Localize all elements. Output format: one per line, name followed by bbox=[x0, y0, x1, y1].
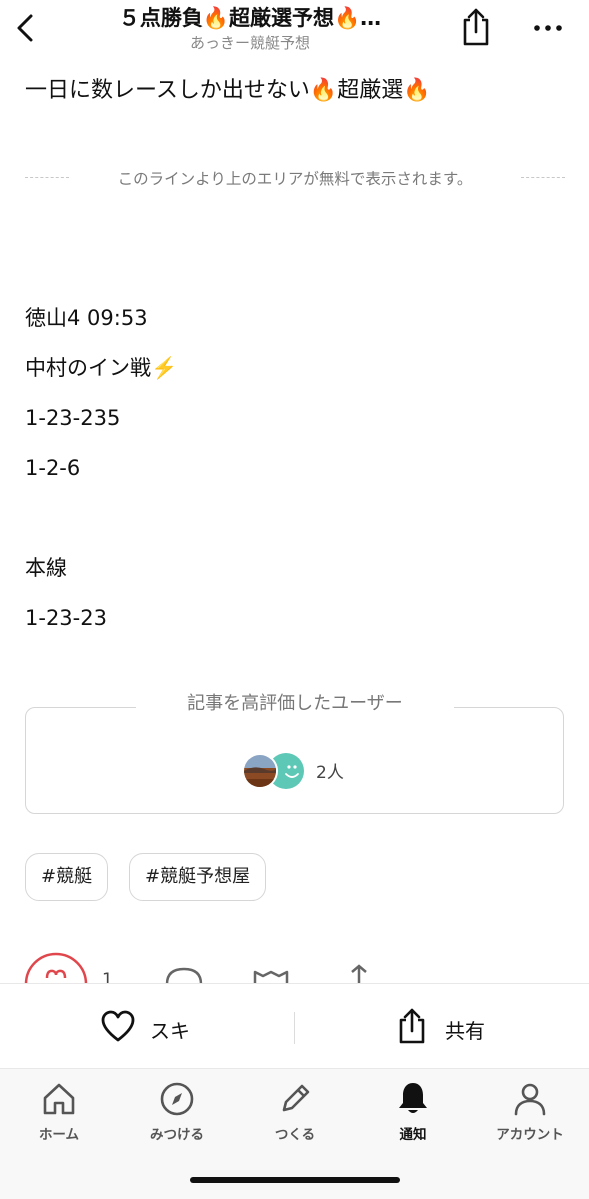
tab-home[interactable]: ホーム bbox=[0, 1079, 118, 1159]
tab-notifications-label: 通知 bbox=[399, 1127, 427, 1143]
action-divider bbox=[294, 1012, 295, 1044]
share-icon bbox=[399, 1008, 425, 1044]
landscape-photo-icon bbox=[244, 755, 276, 787]
tab-notifications[interactable]: 通知 bbox=[354, 1079, 472, 1159]
person-icon bbox=[514, 1083, 546, 1116]
pencil-icon bbox=[282, 1084, 310, 1112]
compass-icon bbox=[160, 1082, 194, 1116]
inline-like-count: 1 bbox=[102, 970, 113, 984]
tab-home-label: ホーム bbox=[38, 1127, 80, 1143]
main-bet-combination: 1-23-23 bbox=[25, 606, 107, 630]
share-icon bbox=[463, 8, 489, 46]
tag-kyotei[interactable]: #競艇 bbox=[25, 853, 109, 901]
free-area-notice: このラインより上のエリアが無料で表示されます。 bbox=[117, 170, 473, 188]
main-bet-heading: 本線 bbox=[25, 556, 67, 580]
header-title-group: ５点勝負🔥超厳選予想🔥… あっきー競艇予想 bbox=[80, 4, 420, 54]
dashed-line-right bbox=[521, 177, 565, 178]
like-button[interactable]: スキ bbox=[90, 1004, 230, 1050]
tag-kyotei-yosouya[interactable]: #競艇予想屋 bbox=[129, 853, 267, 901]
chevron-left-icon bbox=[17, 14, 33, 42]
bell-icon bbox=[399, 1083, 427, 1113]
share-button-top[interactable] bbox=[458, 6, 494, 48]
author-name[interactable]: あっきー競艇予想 bbox=[80, 32, 420, 54]
ellipsis-icon bbox=[534, 25, 562, 31]
tab-create-label: つくる bbox=[274, 1127, 316, 1143]
tab-account[interactable]: アカウント bbox=[471, 1079, 589, 1159]
back-button[interactable] bbox=[10, 8, 40, 48]
race-info: 徳山4 09:53 bbox=[25, 306, 148, 330]
user-avatar-1[interactable] bbox=[242, 753, 278, 789]
tab-account-label: アカウント bbox=[496, 1127, 564, 1143]
tab-create[interactable]: つくる bbox=[236, 1079, 354, 1159]
prediction-line-2: 1-2-6 bbox=[25, 456, 81, 480]
heart-icon bbox=[101, 1010, 135, 1042]
share-button[interactable]: 共有 bbox=[390, 1004, 530, 1050]
like-label: スキ bbox=[150, 1019, 190, 1043]
inline-action-row: 1 bbox=[0, 940, 589, 984]
inline-action-icons bbox=[24, 952, 367, 984]
liked-users-title: 記事を高評価したユーザー bbox=[136, 691, 454, 717]
article-title: ５点勝負🔥超厳選予想🔥… bbox=[118, 6, 382, 30]
share-label: 共有 bbox=[445, 1019, 485, 1043]
more-options-button[interactable] bbox=[528, 16, 568, 40]
free-area-divider: このラインより上のエリアが無料で表示されます。 bbox=[25, 166, 565, 190]
race-comment: 中村のイン戦⚡️ bbox=[25, 356, 178, 380]
liked-users-count: 2人 bbox=[316, 763, 344, 783]
home-icon bbox=[43, 1083, 75, 1115]
tab-discover[interactable]: みつける bbox=[118, 1079, 236, 1159]
home-indicator[interactable] bbox=[190, 1177, 400, 1183]
bottom-action-bar: スキ 共有 bbox=[0, 983, 589, 1069]
article-lead-text: 一日に数レースしか出せない🔥超厳選🔥 bbox=[25, 78, 431, 103]
tab-discover-label: みつける bbox=[150, 1127, 204, 1143]
prediction-line-1: 1-23-235 bbox=[25, 406, 121, 430]
top-navigation-bar: ５点勝負🔥超厳選予想🔥… あっきー競艇予想 bbox=[0, 0, 589, 62]
